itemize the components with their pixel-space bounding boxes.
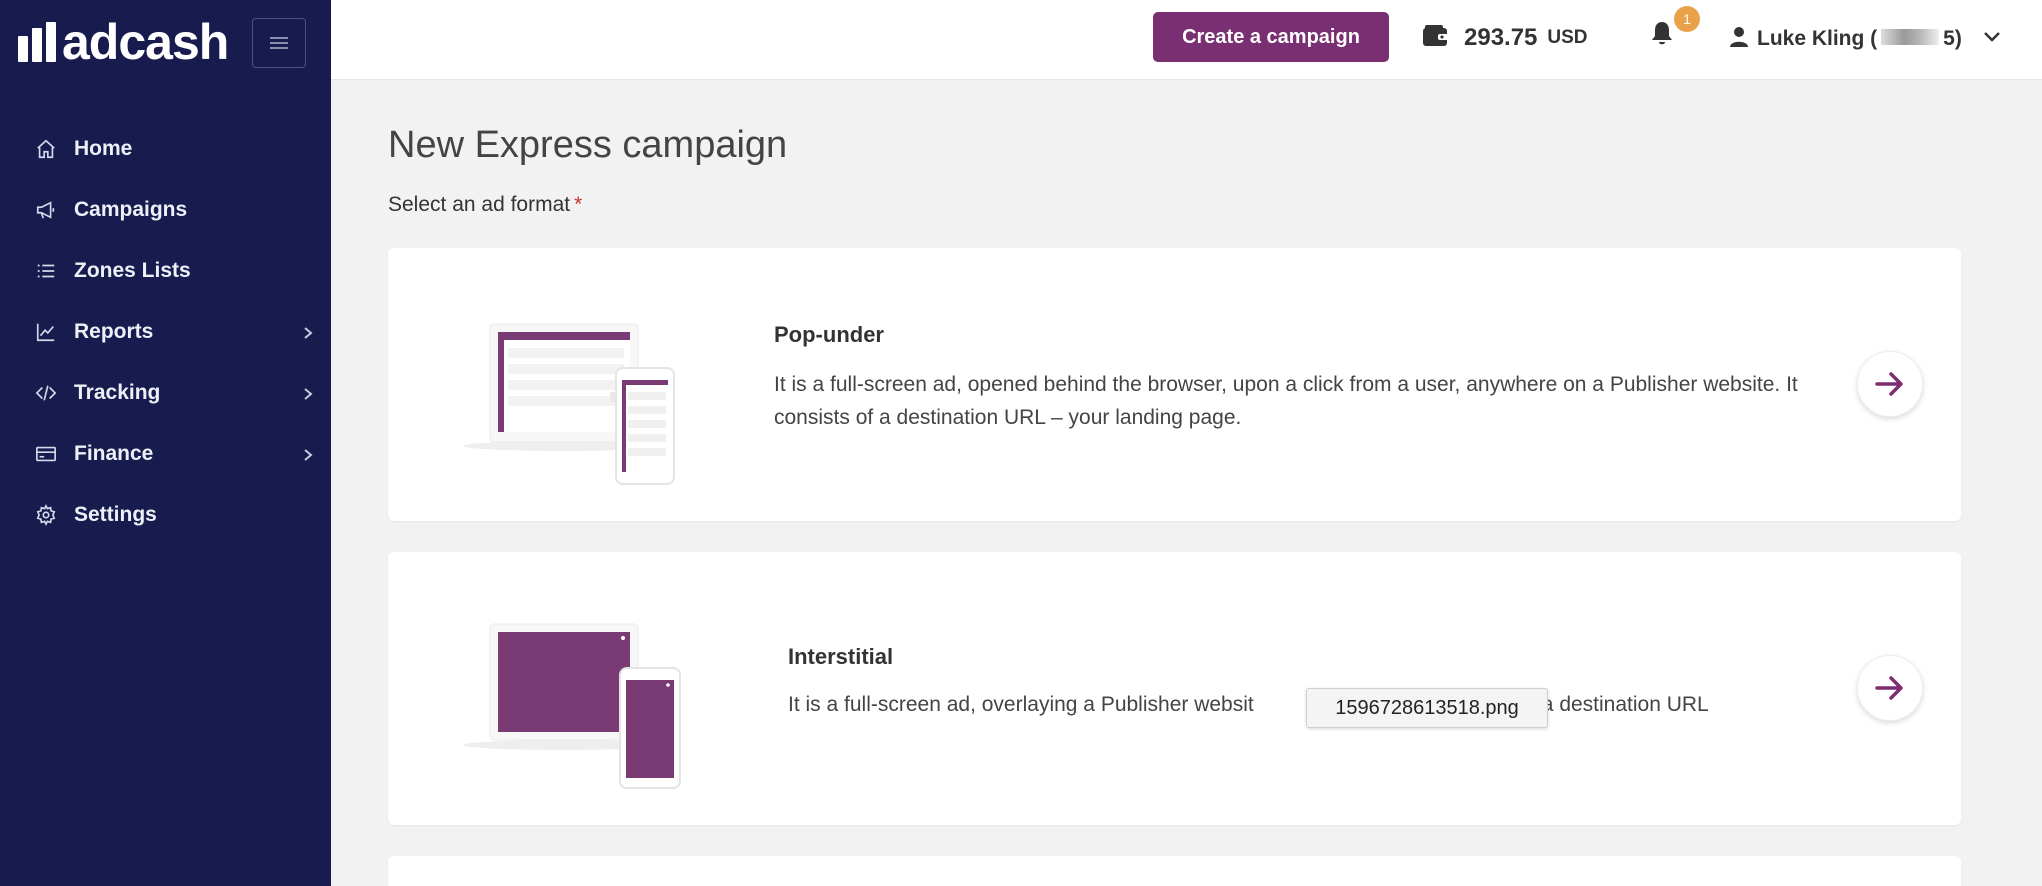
sidebar-item-label: Settings: [74, 502, 157, 526]
user-name: Luke Kling ( 5): [1757, 27, 1962, 51]
list-icon: [34, 259, 58, 283]
sidebar-nav: Home Campaigns Zones Lists Reports Track…: [0, 118, 331, 545]
sidebar-item-finance[interactable]: Finance: [0, 423, 331, 484]
app-root: adcash Home Campaigns Zones Lists Report…: [0, 0, 2042, 886]
gear-icon: [34, 503, 58, 527]
chevron-right-icon: [301, 323, 315, 339]
format-description-start: It is a full-screen ad, overlaying a Pub…: [788, 693, 1254, 716]
arrow-right-icon: [1875, 676, 1903, 700]
chevron-down-icon: [1982, 30, 2002, 49]
sidebar-item-tracking[interactable]: Tracking: [0, 362, 331, 423]
create-campaign-button[interactable]: Create a campaign: [1153, 12, 1389, 62]
sidebar-item-label: Home: [74, 136, 133, 160]
brand-logo[interactable]: adcash: [18, 14, 229, 70]
select-popunder-button[interactable]: [1857, 351, 1923, 417]
hamburger-icon: [270, 37, 288, 49]
logo-text: adcash: [62, 14, 229, 70]
home-icon: [34, 137, 58, 161]
ad-format-label: Select an ad format *: [388, 193, 582, 217]
user-name-start: Luke Kling (: [1757, 27, 1878, 50]
filename-tooltip: 1596728613518.png: [1306, 688, 1548, 728]
sidebar-item-label: Zones Lists: [74, 258, 191, 282]
balance-amount: 293.75: [1464, 24, 1538, 51]
chart-icon: [34, 320, 58, 344]
user-name-end: 5): [1943, 27, 1962, 50]
megaphone-icon: [34, 198, 58, 222]
user-menu[interactable]: Luke Kling ( 5): [1729, 22, 2002, 56]
sidebar-item-zones-lists[interactable]: Zones Lists: [0, 240, 331, 301]
balance-display[interactable]: 293.75 USD: [1422, 22, 1588, 54]
bell-icon: [1652, 22, 1672, 45]
topbar: Create a campaign 293.75 USD 1 Luke Klin…: [331, 0, 2042, 80]
balance-currency: USD: [1547, 27, 1588, 48]
chevron-right-icon: [301, 445, 315, 461]
format-title: Pop-under: [774, 322, 884, 347]
ad-format-label-text: Select an ad format: [388, 193, 571, 216]
format-description: It is a full-screen ad, overlaying a Pub…: [788, 688, 1798, 721]
required-mark: *: [574, 193, 583, 216]
ad-format-card-interstitial[interactable]: Interstitial It is a full-screen ad, ove…: [388, 552, 1961, 825]
wallet-icon: [1422, 24, 1450, 53]
sidebar-item-label: Finance: [74, 441, 154, 465]
sidebar-item-settings[interactable]: Settings: [0, 484, 331, 545]
redacted-id: [1881, 29, 1940, 45]
ad-format-card-next[interactable]: [388, 856, 1961, 886]
sidebar-item-campaigns[interactable]: Campaigns: [0, 179, 331, 240]
popunder-illustration-icon: [463, 323, 675, 485]
interstitial-illustration-icon: [463, 623, 681, 789]
notification-count-badge: 1: [1674, 6, 1700, 32]
code-icon: [34, 381, 58, 405]
page-title: New Express campaign: [388, 124, 788, 166]
logo-mark-icon: [18, 22, 56, 62]
user-icon: [1729, 26, 1749, 53]
format-description: It is a full-screen ad, opened behind th…: [774, 373, 1798, 429]
chevron-right-icon: [301, 384, 315, 400]
sidebar-item-home[interactable]: Home: [0, 118, 331, 179]
sidebar-item-label: Tracking: [74, 380, 161, 404]
card-icon: [34, 442, 58, 466]
menu-toggle-button[interactable]: [252, 18, 306, 68]
sidebar-item-label: Campaigns: [74, 197, 188, 221]
ad-format-card-popunder[interactable]: Pop-under It is a full-screen ad, opened…: [388, 248, 1961, 521]
sidebar: adcash Home Campaigns Zones Lists Report…: [0, 0, 331, 886]
format-title: Interstitial: [788, 644, 894, 669]
sidebar-item-label: Reports: [74, 319, 154, 343]
sidebar-item-reports[interactable]: Reports: [0, 301, 331, 362]
select-interstitial-button[interactable]: [1857, 655, 1923, 721]
arrow-right-icon: [1875, 372, 1903, 396]
